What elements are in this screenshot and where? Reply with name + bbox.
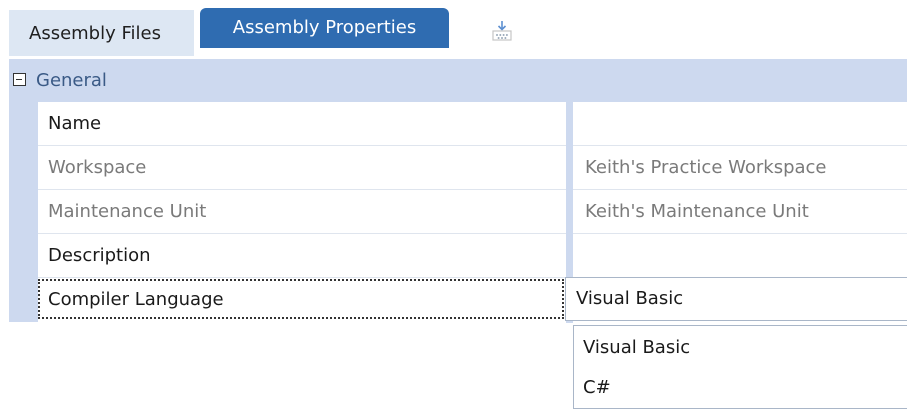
tray-download-icon[interactable]	[491, 20, 513, 42]
property-value: Keith's Practice Workspace	[585, 157, 827, 178]
collapse-icon[interactable]	[13, 73, 26, 86]
property-row-description[interactable]: Description	[38, 234, 907, 278]
compiler-language-combobox[interactable]: Visual Basic	[565, 277, 907, 321]
group-label: General	[36, 70, 107, 91]
dropdown-option-visual-basic[interactable]: Visual Basic	[574, 327, 907, 368]
assembly-editor: Assembly Files Assembly Properties Gener…	[0, 0, 907, 417]
property-label: Compiler Language	[48, 289, 224, 310]
property-row-workspace[interactable]: Workspace Keith's Practice Workspace	[38, 146, 907, 190]
property-value: Keith's Maintenance Unit	[585, 201, 809, 222]
property-row-name[interactable]: Name	[38, 102, 907, 146]
tab-strip: Assembly Files Assembly Properties	[0, 0, 907, 56]
property-label: Description	[48, 245, 151, 266]
property-label: Maintenance Unit	[48, 201, 207, 222]
option-label: Visual Basic	[583, 337, 691, 358]
property-label: Name	[48, 113, 102, 134]
tab-assembly-files[interactable]: Assembly Files	[9, 10, 194, 56]
combobox-value: Visual Basic	[576, 288, 684, 309]
tab-assembly-properties[interactable]: Assembly Properties	[200, 8, 449, 48]
dropdown-option-csharp[interactable]: C#	[574, 367, 907, 408]
property-row-maintenance-unit[interactable]: Maintenance Unit Keith's Maintenance Uni…	[38, 190, 907, 234]
group-row-general[interactable]: General	[9, 59, 907, 102]
option-label: C#	[583, 377, 611, 398]
property-label: Workspace	[48, 157, 147, 178]
compiler-language-dropdown-list: Visual Basic C#	[573, 325, 907, 409]
